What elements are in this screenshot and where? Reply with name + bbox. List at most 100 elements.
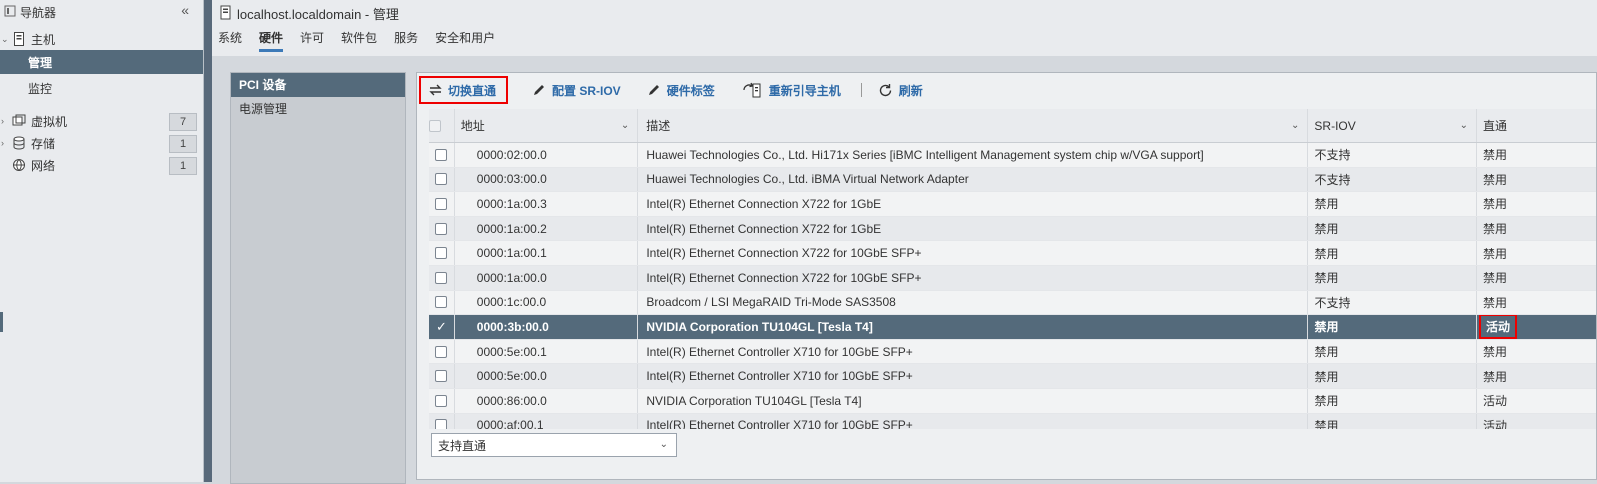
table-row[interactable]: 0000:1a:00.3 Intel(R) Ethernet Connection…: [429, 192, 1596, 217]
tab-licensing[interactable]: 许可: [300, 30, 324, 52]
cell-address: 0000:1a:00.2: [455, 216, 639, 241]
row-checkbox[interactable]: [429, 143, 455, 167]
tab-services[interactable]: 服务: [394, 30, 418, 52]
table-row[interactable]: 0000:5e:00.1 Intel(R) Ethernet Controller…: [429, 339, 1596, 365]
toggle-passthrough-button[interactable]: 切换直通: [418, 76, 509, 104]
row-checkbox[interactable]: [429, 388, 455, 413]
nav-storage-label: 存储: [31, 136, 56, 151]
navigator-pane: 导航器 « ⌄ 主机 管理 监控 › 虚拟机 7 › 存储 1 网络 1: [0, 0, 204, 482]
cell-description: NVIDIA Corporation TU104GL [Tesla T4]: [638, 388, 1309, 413]
cell-description: Intel(R) Ethernet Controller X710 for 10…: [638, 364, 1309, 388]
cell-address: 0000:5e:00.1: [455, 339, 639, 364]
column-description-label: 描述: [646, 119, 671, 133]
row-checkbox[interactable]: [429, 192, 455, 216]
table-row[interactable]: 0000:02:00.0 Huawei Technologies Co., Ltd…: [429, 143, 1596, 168]
expand-chevron-icon[interactable]: ›: [1, 116, 11, 126]
cell-sriov: 禁用: [1308, 364, 1478, 388]
cell-passthrough: 禁用: [1477, 168, 1596, 192]
column-header-passthrough[interactable]: 直通: [1477, 109, 1596, 142]
table-row[interactable]: 0000:1a:00.2 Intel(R) Ethernet Connection…: [429, 216, 1596, 242]
column-header-description[interactable]: 描述 ⌄: [638, 109, 1309, 142]
column-sriov-label: SR-IOV: [1314, 118, 1356, 133]
tab-security-users[interactable]: 安全和用户: [435, 30, 495, 52]
nav-host[interactable]: ⌄ 主机: [0, 28, 203, 50]
refresh-button[interactable]: 刷新: [878, 78, 923, 102]
cell-passthrough: 禁用: [1477, 266, 1596, 290]
row-checkbox[interactable]: [429, 241, 455, 265]
cell-passthrough: 禁用: [1477, 364, 1596, 388]
row-checkbox[interactable]: [429, 413, 455, 429]
cell-address: 0000:3b:00.0: [455, 315, 639, 339]
passthrough-status: 活动: [1479, 315, 1518, 339]
configure-sriov-button[interactable]: 配置 SR-IOV: [532, 78, 621, 102]
row-checkbox[interactable]: [429, 290, 455, 315]
row-checkbox[interactable]: [429, 216, 455, 241]
cell-sriov: 禁用: [1308, 241, 1478, 265]
reboot-host-button[interactable]: 重新引导主机: [741, 78, 841, 102]
side-item-pci-devices[interactable]: PCI 设备: [231, 73, 405, 97]
checkmark-icon: ✓: [435, 318, 447, 334]
cell-passthrough: 禁用: [1477, 291, 1596, 315]
cell-sriov: 不支持: [1308, 290, 1478, 315]
nav-monitor-label: 监控: [28, 81, 53, 96]
tab-bar: 系统 硬件 许可 软件包 服务 安全和用户: [218, 30, 512, 52]
tab-packages[interactable]: 软件包: [341, 30, 377, 52]
hardware-side-menu: PCI 设备 电源管理: [230, 72, 406, 484]
cell-description: Huawei Technologies Co., Ltd. Hi171x Ser…: [638, 143, 1309, 167]
row-checkbox[interactable]: ✓: [429, 315, 455, 339]
collapse-navigator-icon[interactable]: «: [181, 2, 189, 18]
row-checkbox[interactable]: [429, 339, 455, 364]
passthrough-status: 活动: [1483, 394, 1508, 409]
table-row[interactable]: ✓ 0000:3b:00.0 NVIDIA Corporation TU104GL …: [429, 315, 1596, 340]
side-item-power-management[interactable]: 电源管理: [231, 97, 405, 121]
cell-description: Broadcom / LSI MegaRAID Tri-Mode SAS3508: [638, 290, 1309, 315]
row-checkbox[interactable]: [429, 265, 455, 290]
passthrough-status: 禁用: [1483, 148, 1508, 163]
table-row[interactable]: 0000:86:00.0 NVIDIA Corporation TU104GL […: [429, 388, 1596, 414]
cell-sriov: 不支持: [1308, 143, 1478, 167]
row-checkbox[interactable]: [429, 364, 455, 388]
passthrough-filter-select[interactable]: 支持直通 ⌄: [431, 433, 677, 457]
chevron-down-icon[interactable]: ⌄: [660, 439, 668, 450]
table-row[interactable]: 0000:1a:00.0 Intel(R) Ethernet Connection…: [429, 265, 1596, 291]
cell-sriov: 不支持: [1308, 167, 1478, 192]
nav-network[interactable]: 网络 1: [0, 154, 203, 176]
row-checkbox[interactable]: [429, 167, 455, 192]
expand-chevron-icon[interactable]: ⌄: [1, 34, 11, 45]
nav-vms[interactable]: › 虚拟机 7: [0, 110, 203, 132]
column-header-sriov[interactable]: SR-IOV ⌄: [1308, 109, 1477, 142]
tab-hardware[interactable]: 硬件: [259, 30, 284, 52]
chevron-down-icon[interactable]: ⌄: [1460, 120, 1468, 131]
nav-storage[interactable]: › 存储 1: [0, 132, 203, 154]
cell-passthrough: 活动: [1477, 414, 1596, 429]
page-title: localhost.localdomain - 管理: [237, 7, 399, 22]
table-row[interactable]: 0000:1c:00.0 Broadcom / LSI MegaRAID Tri-…: [429, 290, 1596, 316]
toggle-icon: [429, 84, 442, 96]
table-row[interactable]: 0000:1a:00.1 Intel(R) Ethernet Connection…: [429, 241, 1596, 266]
passthrough-status: 禁用: [1483, 369, 1508, 384]
chevron-down-icon[interactable]: ⌄: [1291, 120, 1299, 131]
table-row[interactable]: 0000:03:00.0 Huawei Technologies Co., Ltd…: [429, 167, 1596, 193]
cell-passthrough: 活动: [1477, 315, 1596, 339]
table-row[interactable]: 0000:5e:00.0 Intel(R) Ethernet Controller…: [429, 364, 1596, 389]
tab-system[interactable]: 系统: [218, 30, 242, 52]
table-row[interactable]: 0000:af:00.1 Intel(R) Ethernet Controller…: [429, 413, 1596, 429]
expand-chevron-icon[interactable]: ›: [1, 138, 11, 148]
cell-description: Intel(R) Ethernet Connection X722 for 10…: [638, 265, 1309, 290]
nav-host-monitor[interactable]: 监控: [0, 76, 203, 100]
cell-sriov: 禁用: [1308, 388, 1478, 413]
cell-passthrough: 禁用: [1477, 192, 1596, 216]
cell-passthrough: 禁用: [1477, 217, 1596, 241]
navigator-splitter[interactable]: [204, 0, 212, 482]
cell-description: NVIDIA Corporation TU104GL [Tesla T4]: [638, 315, 1309, 339]
select-all-checkbox[interactable]: [429, 109, 455, 142]
vm-count-badge: 7: [169, 113, 197, 131]
chevron-down-icon[interactable]: ⌄: [621, 120, 629, 131]
navigator-icon: [4, 5, 16, 20]
cell-sriov: 禁用: [1308, 265, 1478, 290]
window-title: localhost.localdomain - 管理: [220, 4, 399, 23]
hardware-label-button[interactable]: 硬件标签: [647, 78, 715, 102]
column-header-address[interactable]: 地址 ⌄: [455, 109, 639, 142]
storage-count-badge: 1: [169, 135, 197, 153]
nav-host-manage[interactable]: 管理: [0, 50, 203, 74]
